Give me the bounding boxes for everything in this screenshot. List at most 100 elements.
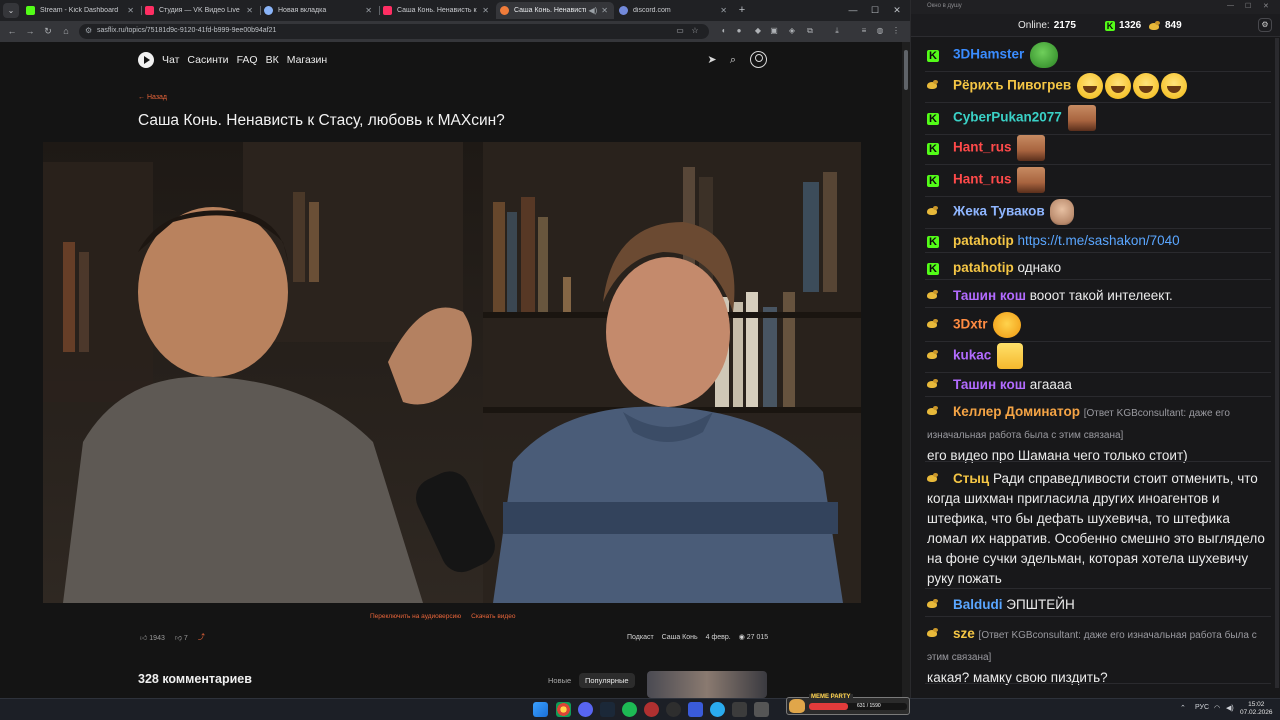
chat-username[interactable]: Hant_rus bbox=[953, 172, 1012, 187]
extensions-puzzle-icon[interactable]: ⧉ bbox=[804, 25, 816, 37]
chat-username[interactable]: Ташин кош bbox=[953, 377, 1026, 392]
close-icon[interactable]: ✕ bbox=[720, 6, 727, 15]
chat-username[interactable]: CyberPukan2077 bbox=[953, 110, 1062, 125]
extension-icon[interactable]: ◈ bbox=[786, 25, 798, 37]
tab-search-button[interactable]: ⌄ bbox=[3, 3, 19, 18]
cast-icon[interactable]: ▭ bbox=[674, 25, 686, 37]
reload-button[interactable]: ↻ bbox=[41, 24, 55, 38]
close-icon[interactable]: ✕ bbox=[365, 6, 372, 15]
like-button[interactable]: 👍︎ 1943 bbox=[140, 633, 165, 642]
chat-username[interactable]: Стыц bbox=[953, 471, 989, 486]
back-link[interactable]: ← Назад bbox=[138, 94, 167, 101]
site-info-icon[interactable]: ⚙ bbox=[85, 26, 92, 35]
browser-menu-icon[interactable]: ⋮ bbox=[890, 25, 902, 37]
tray-chevron-icon[interactable]: ⌃ bbox=[1180, 704, 1186, 712]
spotify-icon[interactable] bbox=[622, 702, 637, 717]
download-video-link[interactable]: Скачать видео bbox=[471, 613, 515, 620]
nav-link-shop[interactable]: Магазин bbox=[287, 54, 328, 66]
bookmark-star-icon[interactable]: ☆ bbox=[689, 25, 701, 37]
system-clock[interactable]: 15:02 07.02.2026 bbox=[1240, 701, 1273, 717]
tab-new-tab[interactable]: Новая вкладка ✕ bbox=[260, 2, 378, 19]
dislike-button[interactable]: 👎︎ 7 bbox=[175, 633, 188, 642]
steam-icon[interactable] bbox=[600, 702, 615, 717]
chat-username[interactable]: Жека Туваков bbox=[953, 204, 1045, 219]
close-icon[interactable]: ✕ bbox=[601, 6, 608, 15]
window-close-button[interactable]: ✕ bbox=[886, 2, 908, 18]
minimize-button[interactable]: — bbox=[842, 2, 864, 18]
tab-video-active[interactable]: Саша Конь. Ненависть к С ◀) ✕ bbox=[496, 2, 614, 19]
url-bar[interactable]: ⚙ sasflix.ru/topics/75181d9c-9120-41fd-b… bbox=[79, 24, 709, 39]
vk-badge-icon bbox=[927, 473, 939, 483]
sort-new-button[interactable]: Новые bbox=[542, 673, 577, 688]
settings-gear-icon[interactable]: ⚙ bbox=[1258, 18, 1272, 32]
maximize-button[interactable]: ☐ bbox=[1245, 2, 1251, 10]
nav-link-chat[interactable]: Чат bbox=[162, 54, 179, 66]
media-control-icon[interactable]: ≡ bbox=[858, 25, 870, 37]
page-scrollbar[interactable] bbox=[902, 42, 910, 698]
home-icon[interactable]: ⌂ bbox=[59, 24, 73, 38]
vk-viewers-value: 849 bbox=[1165, 20, 1182, 31]
chrome-icon[interactable] bbox=[556, 702, 571, 717]
close-icon[interactable]: ✕ bbox=[246, 6, 253, 15]
chat-username[interactable]: 3Dxtr bbox=[953, 317, 988, 332]
extension-icon[interactable]: ◆ bbox=[752, 25, 764, 37]
nav-link-vk[interactable]: ВК bbox=[266, 54, 279, 66]
forward-button[interactable]: → bbox=[23, 24, 37, 38]
minimize-button[interactable]: — bbox=[1227, 2, 1234, 9]
tab-discord[interactable]: discord.com ✕ bbox=[615, 2, 733, 19]
profile-icon[interactable]: ◍ bbox=[874, 25, 886, 37]
tab-kick-dashboard[interactable]: Stream - Kick Dashboard ✕ bbox=[22, 2, 140, 19]
close-icon[interactable]: ✕ bbox=[482, 6, 489, 15]
chat-username[interactable]: Hant_rus bbox=[953, 140, 1012, 155]
extension-icon[interactable]: ◐ bbox=[718, 25, 730, 37]
new-tab-button[interactable]: + bbox=[736, 3, 748, 17]
wifi-icon[interactable]: ◠ bbox=[1214, 704, 1220, 712]
promo-banner[interactable] bbox=[647, 671, 767, 698]
app-icon[interactable] bbox=[754, 702, 769, 717]
windows-start-icon[interactable] bbox=[533, 702, 548, 717]
search-icon[interactable]: ⌕ bbox=[726, 53, 740, 67]
app-icon[interactable] bbox=[666, 702, 681, 717]
chat-username[interactable]: Келлер Доминатор bbox=[953, 404, 1080, 419]
chat-username[interactable]: patahotip bbox=[953, 233, 1014, 248]
mute-icon[interactable]: ◀) bbox=[588, 6, 597, 15]
app-icon[interactable] bbox=[688, 702, 703, 717]
chat-scrollbar[interactable] bbox=[1275, 38, 1279, 688]
close-icon[interactable]: ✕ bbox=[127, 6, 134, 15]
volume-icon[interactable]: ◀) bbox=[1226, 704, 1234, 712]
download-icon[interactable]: ⤓ bbox=[831, 25, 843, 37]
video-player[interactable] bbox=[43, 142, 861, 603]
window-close-button[interactable]: ✕ bbox=[1263, 2, 1269, 10]
chat-link[interactable]: https://t.me/sashakon/7040 bbox=[1018, 233, 1180, 248]
nav-link-faq[interactable]: FAQ bbox=[237, 54, 258, 66]
discord-icon[interactable] bbox=[578, 702, 593, 717]
back-button[interactable]: ← bbox=[5, 24, 19, 38]
site-logo-icon[interactable] bbox=[138, 52, 154, 68]
chat-username[interactable]: Baldudi bbox=[953, 597, 1003, 612]
tab-vk-studio[interactable]: Студия — VK Видео Live ✕ bbox=[141, 2, 259, 19]
audio-version-link[interactable]: Переключить на аудиоверсию bbox=[370, 613, 461, 620]
extension-icon[interactable]: ● bbox=[733, 25, 745, 37]
share-icon[interactable]: ⤴ bbox=[198, 632, 205, 642]
nav-link-sasinti[interactable]: Сасинти bbox=[187, 54, 228, 66]
page-scrollbar-thumb[interactable] bbox=[904, 50, 908, 90]
chat-username[interactable]: Рёрихъ Пивогрев bbox=[953, 78, 1071, 93]
chat-username[interactable]: Ташин кош bbox=[953, 288, 1026, 303]
user-profile-icon[interactable] bbox=[750, 51, 767, 68]
author-tag[interactable]: Саша Конь bbox=[662, 634, 698, 641]
maximize-button[interactable]: ☐ bbox=[864, 2, 886, 18]
telegram-icon[interactable] bbox=[710, 702, 725, 717]
app-icon[interactable] bbox=[732, 702, 747, 717]
extension-icon[interactable]: ▣ bbox=[768, 25, 780, 37]
thumbs-up-icon: 👍︎ bbox=[140, 634, 148, 642]
sort-popular-button[interactable]: Популярные bbox=[579, 673, 635, 688]
chat-username[interactable]: patahotip bbox=[953, 260, 1014, 275]
obs-icon[interactable] bbox=[644, 702, 659, 717]
chat-username[interactable]: kukac bbox=[953, 348, 991, 363]
language-indicator[interactable]: РУС bbox=[1195, 704, 1209, 711]
tab-video-1[interactable]: Саша Конь. Ненависть к Стасу ✕ bbox=[379, 2, 495, 19]
chat-username[interactable]: sze bbox=[953, 626, 975, 641]
send-icon[interactable]: ➤ bbox=[705, 53, 719, 67]
chat-username[interactable]: 3DHamster bbox=[953, 47, 1024, 62]
category-tag[interactable]: Подкаст bbox=[627, 634, 654, 641]
